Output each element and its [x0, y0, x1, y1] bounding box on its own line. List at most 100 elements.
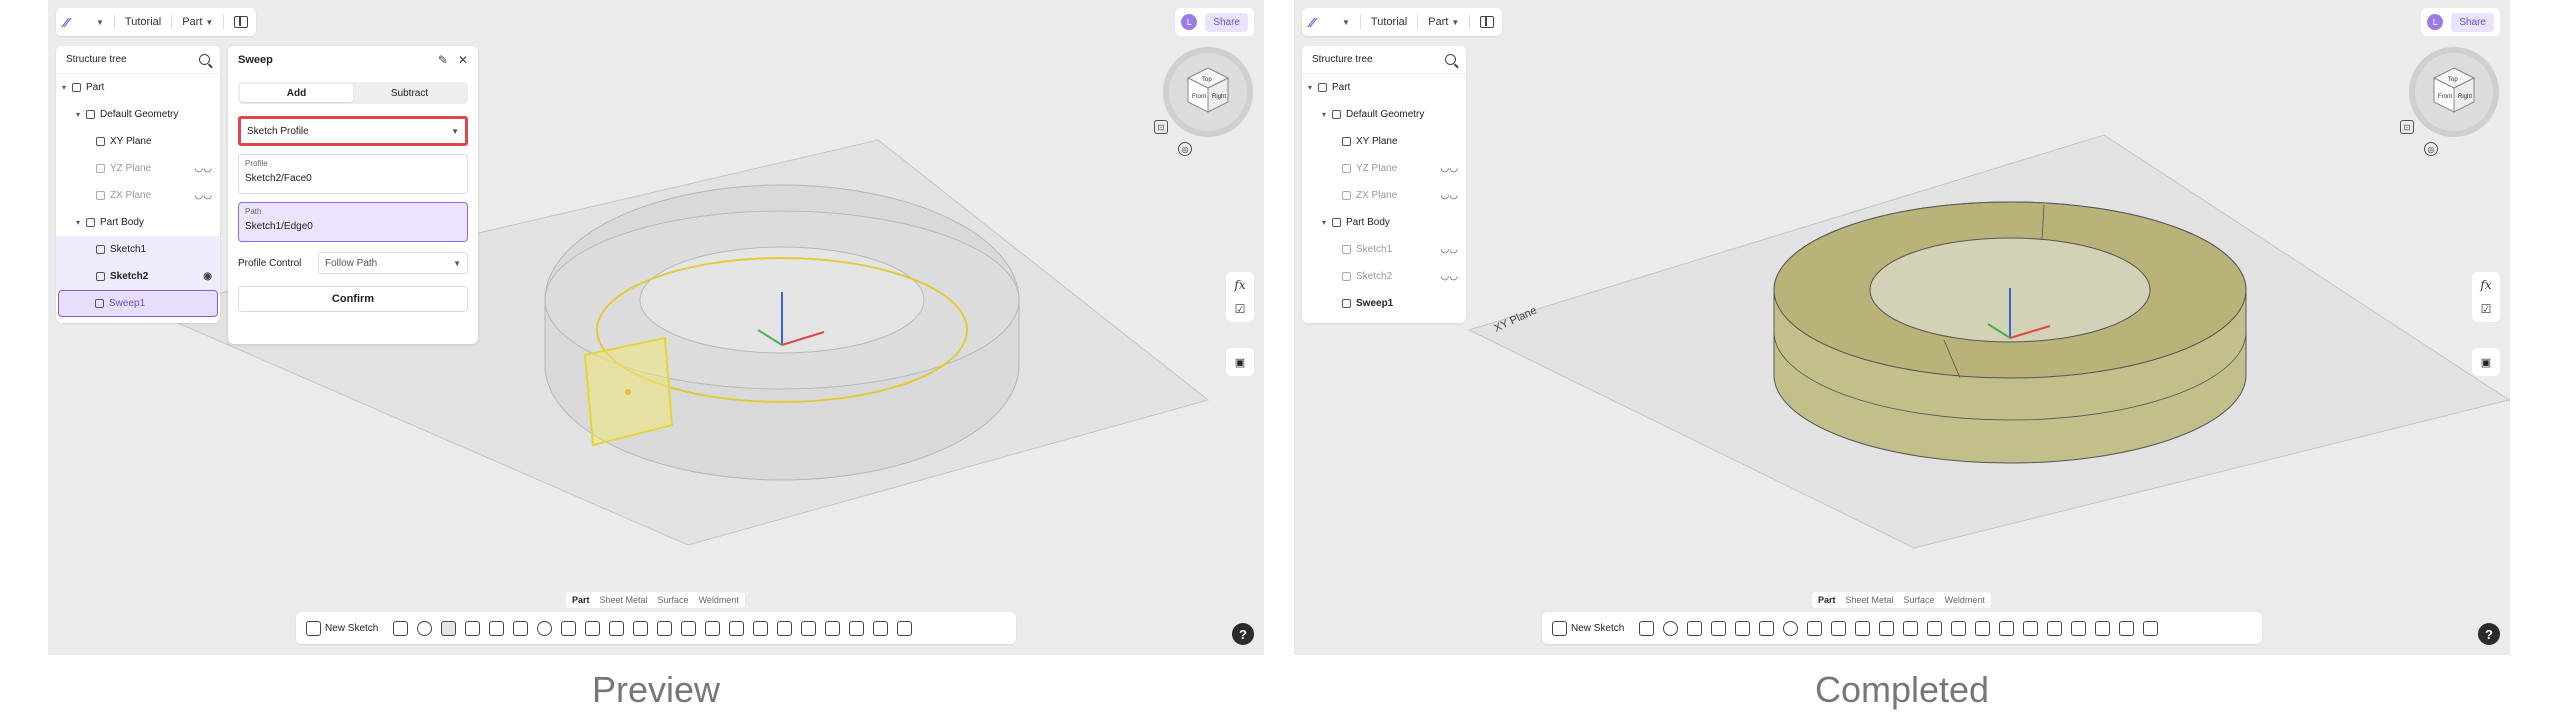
- panel-toggle-icon[interactable]: [234, 16, 249, 28]
- render-icon[interactable]: [897, 620, 913, 636]
- draft-icon[interactable]: [585, 620, 601, 636]
- tab-weldment[interactable]: Weldment: [699, 595, 739, 605]
- help-button[interactable]: ?: [1232, 623, 1254, 645]
- measure-tool-icon[interactable]: [849, 620, 865, 636]
- split-icon[interactable]: [1999, 620, 2015, 636]
- hole-icon[interactable]: [1759, 620, 1775, 636]
- app-logo[interactable]: ∕∕: [64, 14, 86, 30]
- thicken-icon[interactable]: [633, 620, 649, 636]
- tab-surface[interactable]: Surface: [658, 595, 689, 605]
- measure-icon[interactable]: ▣: [2472, 348, 2500, 376]
- fit-view-icon[interactable]: ⊡: [1154, 120, 1168, 134]
- rib-icon[interactable]: [1735, 620, 1751, 636]
- chevron-down-icon[interactable]: ▼: [96, 18, 104, 27]
- chevron-down-icon[interactable]: ▾: [1322, 218, 1330, 227]
- new-sketch-button[interactable]: New Sketch: [306, 620, 378, 636]
- tree-item-sketch2[interactable]: Sketch2 ◉: [56, 263, 220, 290]
- tree-item-part[interactable]: ▾ Part: [1302, 74, 1466, 101]
- mirror-icon[interactable]: [681, 620, 697, 636]
- eye-closed-icon[interactable]: ◡◡: [195, 190, 212, 201]
- shell-icon[interactable]: [609, 620, 625, 636]
- view-cube-graphic[interactable]: Front Right Top: [2408, 46, 2500, 138]
- transform-icon[interactable]: [801, 620, 817, 636]
- subtract-button[interactable]: Subtract: [353, 84, 466, 102]
- sweep-icon[interactable]: [1687, 620, 1703, 636]
- profile-field[interactable]: Profile Sketch2/Face0: [238, 154, 468, 194]
- tab-weldment[interactable]: Weldment: [1945, 595, 1985, 605]
- measure-icon[interactable]: ▣: [1226, 348, 1254, 376]
- tree-item-zx-plane[interactable]: ZX Plane ◡◡: [56, 182, 220, 209]
- eye-closed-icon[interactable]: ◡◡: [1441, 271, 1458, 282]
- pattern-icon[interactable]: [657, 620, 673, 636]
- mode-selector[interactable]: Part ▼: [1428, 16, 1459, 28]
- profile-control-select[interactable]: Follow Path ▼: [318, 252, 468, 274]
- tree-item-sketch1[interactable]: Sketch1: [56, 236, 220, 263]
- close-icon[interactable]: ✕: [458, 53, 468, 67]
- rib-icon[interactable]: [489, 620, 505, 636]
- draft-icon[interactable]: [1831, 620, 1847, 636]
- chevron-down-icon[interactable]: ▾: [1308, 83, 1316, 92]
- tab-part[interactable]: Part: [1818, 595, 1836, 605]
- confirm-button[interactable]: Confirm: [238, 286, 468, 312]
- render-icon[interactable]: [2143, 620, 2159, 636]
- help-button[interactable]: ?: [2478, 623, 2500, 645]
- path-field[interactable]: Path Sketch1/Edge0: [238, 202, 468, 242]
- tree-item-yz-plane[interactable]: YZ Plane ◡◡: [1302, 155, 1466, 182]
- tree-item-xy-plane[interactable]: XY Plane: [1302, 128, 1466, 155]
- search-icon[interactable]: [199, 54, 210, 65]
- combine-icon[interactable]: [2023, 620, 2039, 636]
- tree-item-sketch2[interactable]: Sketch2 ◡◡: [1302, 263, 1466, 290]
- hole-icon[interactable]: [513, 620, 529, 636]
- chevron-down-icon[interactable]: ▾: [62, 83, 70, 92]
- sweep-icon[interactable]: [441, 620, 457, 636]
- tree-item-sweep1[interactable]: Sweep1: [1302, 290, 1466, 317]
- chevron-down-icon[interactable]: ▼: [1342, 18, 1350, 27]
- tree-item-xy-plane[interactable]: XY Plane: [56, 128, 220, 155]
- eye-closed-icon[interactable]: ◡◡: [195, 163, 212, 174]
- tree-item-zx-plane[interactable]: ZX Plane ◡◡: [1302, 182, 1466, 209]
- tab-surface[interactable]: Surface: [1904, 595, 1935, 605]
- project-name[interactable]: Tutorial: [1371, 16, 1407, 28]
- reference-icon[interactable]: [825, 620, 841, 636]
- tree-item-part-body[interactable]: ▾ Part Body: [56, 209, 220, 236]
- chevron-down-icon[interactable]: ▾: [76, 218, 84, 227]
- completed-3d-scene[interactable]: XY Plane: [1294, 0, 2510, 655]
- boolean-icon[interactable]: [729, 620, 745, 636]
- tree-item-part[interactable]: ▾ Part: [56, 74, 220, 101]
- avatar[interactable]: L: [1181, 14, 1198, 30]
- move-body-icon[interactable]: [705, 620, 721, 636]
- fillet-icon[interactable]: [537, 620, 553, 636]
- tab-sheet-metal[interactable]: Sheet Metal: [600, 595, 648, 605]
- reference-icon[interactable]: [2071, 620, 2087, 636]
- view-cube[interactable]: Front Right Top: [1162, 46, 1254, 138]
- completed-viewport[interactable]: XY Plane ∕∕ ▼ Tutorial Part ▼ L Share Str…: [1294, 0, 2510, 655]
- chamfer-icon[interactable]: [561, 620, 577, 636]
- formula-icon[interactable]: fx: [2477, 276, 2495, 294]
- tree-item-yz-plane[interactable]: YZ Plane ◡◡: [56, 155, 220, 182]
- loft-icon[interactable]: [1711, 620, 1727, 636]
- search-icon[interactable]: [1445, 54, 1456, 65]
- tree-item-default-geometry[interactable]: ▾ Default Geometry: [56, 101, 220, 128]
- tree-item-part-body[interactable]: ▾ Part Body: [1302, 209, 1466, 236]
- new-sketch-button[interactable]: New Sketch: [1552, 620, 1624, 636]
- panel-toggle-icon[interactable]: [1480, 16, 1495, 28]
- tab-part[interactable]: Part: [572, 595, 590, 605]
- section-icon[interactable]: [2119, 620, 2135, 636]
- combine-icon[interactable]: [777, 620, 793, 636]
- pattern-icon[interactable]: [1903, 620, 1919, 636]
- move-body-icon[interactable]: [1951, 620, 1967, 636]
- preview-viewport[interactable]: ∕∕ ▼ Tutorial Part ▼ L Share Structure tr…: [48, 0, 1264, 655]
- fillet-icon[interactable]: [1783, 620, 1799, 636]
- eye-closed-icon[interactable]: ◡◡: [1441, 190, 1458, 201]
- boolean-icon[interactable]: [1975, 620, 1991, 636]
- split-icon[interactable]: [753, 620, 769, 636]
- app-logo[interactable]: ∕∕: [1310, 14, 1332, 30]
- project-name[interactable]: Tutorial: [125, 16, 161, 28]
- view-cube-graphic[interactable]: Front Right Top: [1162, 46, 1254, 138]
- extrude-icon[interactable]: [393, 620, 409, 636]
- view-options-icon[interactable]: ◎: [2424, 142, 2438, 156]
- view-cube[interactable]: Front Right Top: [2408, 46, 2500, 138]
- avatar[interactable]: L: [2427, 14, 2444, 30]
- chevron-down-icon[interactable]: ▾: [76, 110, 84, 119]
- formula-icon[interactable]: fx: [1231, 276, 1249, 294]
